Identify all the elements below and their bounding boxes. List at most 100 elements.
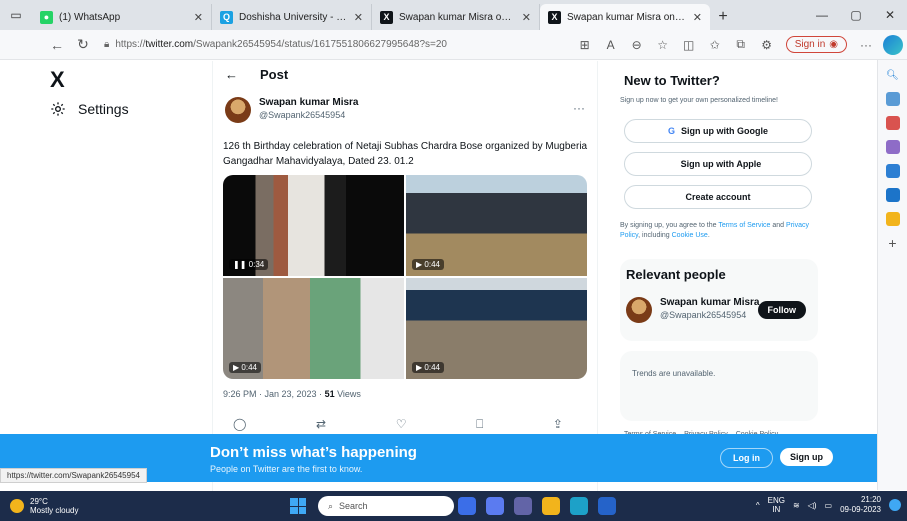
window-controls: — ▢ ✕ bbox=[805, 0, 907, 30]
like-icon[interactable]: ♡ bbox=[396, 417, 407, 432]
play-icon: ▶ bbox=[233, 363, 240, 372]
new-tab-button[interactable]: + bbox=[710, 4, 736, 30]
close-tab-icon[interactable]: ✕ bbox=[693, 11, 702, 24]
tweet-text: 126 th Birthday celebration of Netaji Su… bbox=[223, 141, 588, 167]
video-thumbnail[interactable]: ▶ 0:44 bbox=[223, 278, 404, 379]
login-button[interactable]: Log in bbox=[720, 448, 773, 468]
weather-widget[interactable]: 29°C Mostly cloudy bbox=[10, 497, 78, 515]
zoom-icon[interactable]: ⊖ bbox=[624, 38, 650, 52]
signup-button[interactable]: Sign up bbox=[780, 448, 833, 466]
tab-x-post-1[interactable]: X Swapan kumar Misra on X: "126 ✕ bbox=[372, 4, 540, 30]
windows-taskbar: 29°C Mostly cloudy ⌕ Search ^ ENG IN ≋ ◁… bbox=[0, 491, 907, 521]
search-icon[interactable]: 🔍︎ bbox=[886, 68, 900, 82]
favorite-star-icon[interactable]: ☆ bbox=[650, 38, 676, 52]
post-meta: 9:26 PM · Jan 23, 2023 · 51 Views bbox=[223, 389, 361, 399]
collections-icon[interactable]: ⧉ bbox=[728, 37, 754, 52]
create-account-button[interactable]: Create account bbox=[624, 185, 812, 209]
screen: ▭ ● (1) WhatsApp ✕ Q Doshisha University… bbox=[0, 0, 907, 521]
browser-sign-in-button[interactable]: Sign in ◉ bbox=[785, 36, 847, 53]
close-tab-icon[interactable]: ✕ bbox=[522, 11, 531, 24]
workspaces-icon[interactable]: ▭ bbox=[0, 0, 32, 30]
close-tab-icon[interactable]: ✕ bbox=[194, 11, 203, 24]
meet-icon[interactable] bbox=[486, 497, 504, 515]
file-explorer-icon[interactable] bbox=[542, 497, 560, 515]
wifi-icon[interactable]: ≋ bbox=[793, 501, 800, 510]
retweet-icon[interactable]: ⇄ bbox=[316, 417, 326, 432]
whatsapp-icon: ● bbox=[40, 10, 53, 24]
clock[interactable]: 21:20 09-09-2023 bbox=[840, 495, 881, 515]
author-name[interactable]: Swapan kumar Misra bbox=[259, 97, 358, 108]
outlook-icon[interactable] bbox=[885, 188, 900, 202]
banner-subtitle: People on Twitter are the first to know. bbox=[210, 464, 363, 474]
close-window-icon[interactable]: ✕ bbox=[873, 0, 907, 30]
post-title: Post bbox=[260, 67, 289, 82]
sidebar-item-settings[interactable]: Settings bbox=[50, 101, 129, 117]
relevant-person[interactable]: Swapan kumar Misra @Swapank26545954 bbox=[626, 297, 759, 323]
tag-icon[interactable] bbox=[885, 92, 900, 106]
bing-search-icon: Q bbox=[220, 10, 233, 24]
twitter-page: X Settings ← Post Swapan kumar Misra @Sw… bbox=[0, 61, 877, 491]
x-logo-icon[interactable]: X bbox=[50, 67, 65, 93]
post-author[interactable]: Swapan kumar Misra @Swapank26545954 bbox=[225, 97, 358, 123]
add-icon[interactable]: + bbox=[886, 235, 900, 251]
tab-x-post-2[interactable]: X Swapan kumar Misra on X: "126 ✕ bbox=[540, 4, 710, 30]
terms-link[interactable]: Terms of Service bbox=[718, 222, 770, 229]
follow-button[interactable]: Follow bbox=[757, 301, 806, 319]
back-arrow-icon[interactable]: ← bbox=[225, 67, 238, 82]
start-button[interactable] bbox=[290, 498, 306, 514]
media-grid: ❚❚ 0:34 ▶ 0:44 ▶ 0:44 ▶ 0:44 bbox=[223, 175, 587, 379]
author-handle[interactable]: @Swapank26545954 bbox=[259, 110, 358, 120]
video-duration: ▶ 0:44 bbox=[412, 362, 444, 373]
post-header: ← Post bbox=[225, 67, 288, 82]
extensions-icon[interactable]: ⚙ bbox=[754, 38, 780, 52]
more-menu-icon[interactable]: ··· bbox=[853, 38, 879, 52]
split-screen-icon[interactable]: ◫ bbox=[676, 38, 702, 52]
restore-icon[interactable]: ▢ bbox=[839, 0, 873, 30]
back-icon[interactable]: ← bbox=[44, 37, 70, 53]
edge-sidebar: 🔍︎ + bbox=[877, 60, 907, 490]
reply-icon[interactable]: ◯ bbox=[233, 417, 246, 432]
minimize-icon[interactable]: — bbox=[805, 0, 839, 30]
signup-google-button[interactable]: G Sign up with Google bbox=[624, 119, 812, 143]
close-tab-icon[interactable]: ✕ bbox=[354, 11, 363, 24]
favorites-icon[interactable]: ✩ bbox=[702, 38, 728, 52]
relevant-people-title: Relevant people bbox=[626, 267, 726, 282]
relevant-people-panel: Relevant people Swapan kumar Misra @Swap… bbox=[620, 259, 818, 341]
drop-icon[interactable] bbox=[885, 212, 900, 226]
bing-copilot-icon[interactable] bbox=[883, 34, 903, 55]
video-thumbnail[interactable]: ▶ 0:44 bbox=[406, 278, 587, 379]
cookie-link[interactable]: Cookie Use bbox=[672, 232, 708, 239]
store-icon[interactable] bbox=[598, 497, 616, 515]
video-thumbnail[interactable]: ▶ 0:44 bbox=[406, 175, 587, 276]
pause-icon: ❚❚ bbox=[233, 260, 247, 269]
tab-bing[interactable]: Q Doshisha University - Bing image ✕ bbox=[212, 4, 372, 30]
language-indicator[interactable]: ENG IN bbox=[768, 496, 785, 514]
google-icon: G bbox=[667, 126, 675, 136]
battery-icon[interactable]: ▭ bbox=[825, 501, 833, 510]
new-to-twitter-title: New to Twitter? bbox=[624, 73, 720, 88]
taskbar-search[interactable]: ⌕ Search bbox=[318, 496, 454, 516]
bing-app-icon[interactable] bbox=[458, 497, 476, 515]
share-icon[interactable]: ⇪ bbox=[553, 417, 563, 432]
banner-headline: Don’t miss what’s happening bbox=[210, 444, 417, 461]
games-icon[interactable] bbox=[885, 164, 900, 178]
system-tray: ^ ENG IN ≋ ◁) ▭ 21:20 09-09-2023 bbox=[756, 495, 901, 515]
url-field[interactable]: 🔒︎ https://twitter.com/Swapank26545954/s… bbox=[104, 34, 524, 56]
refresh-icon[interactable]: ↻ bbox=[70, 36, 96, 53]
apps-grid-icon[interactable]: ⊞ bbox=[572, 38, 598, 52]
avatar[interactable] bbox=[626, 297, 652, 323]
tab-whatsapp[interactable]: ● (1) WhatsApp ✕ bbox=[32, 4, 212, 30]
chevron-up-icon[interactable]: ^ bbox=[756, 501, 760, 510]
teams-icon[interactable] bbox=[514, 497, 532, 515]
notification-icon[interactable] bbox=[889, 499, 901, 511]
signup-apple-button[interactable]: Sign up with Apple bbox=[624, 152, 812, 176]
volume-icon[interactable]: ◁) bbox=[808, 501, 817, 510]
edge-icon[interactable] bbox=[570, 497, 588, 515]
bookmark-icon[interactable]: ⎕ bbox=[476, 417, 483, 432]
read-aloud-icon[interactable]: A bbox=[598, 38, 624, 52]
people-icon[interactable] bbox=[885, 140, 900, 154]
tools-icon[interactable] bbox=[885, 116, 900, 130]
more-options-icon[interactable]: ··· bbox=[573, 101, 585, 115]
avatar[interactable] bbox=[225, 97, 251, 123]
video-thumbnail[interactable]: ❚❚ 0:34 bbox=[223, 175, 404, 276]
